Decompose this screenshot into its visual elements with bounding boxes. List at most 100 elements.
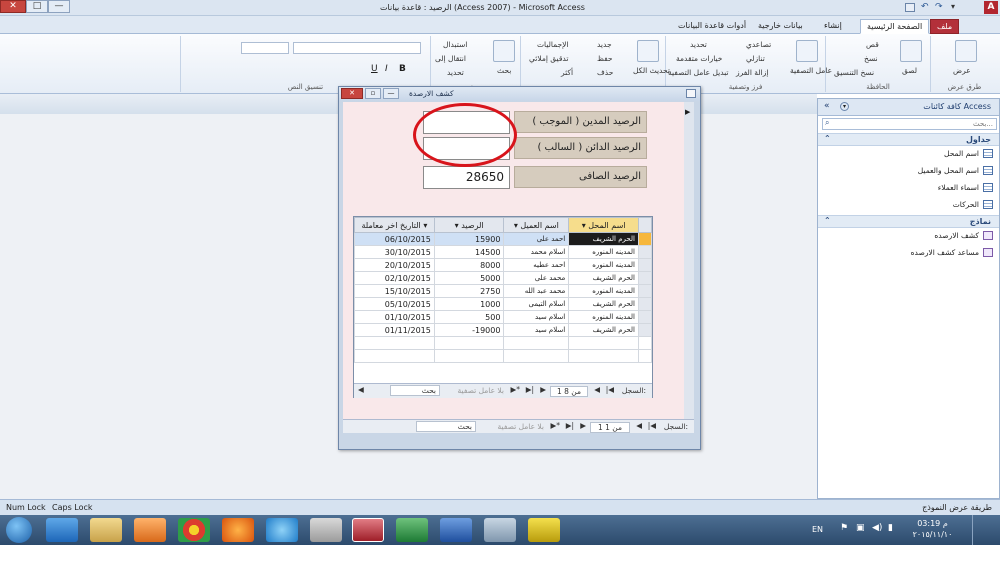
table-row[interactable]: 01/10/2015 500 اسلام سيد المدينه المنوره [354, 310, 652, 324]
bold-icon[interactable]: B [399, 64, 406, 74]
table-row[interactable]: 01/11/2015 -19000 اسلام سيد الحرم الشريف [354, 323, 652, 337]
cell-last-date[interactable]: 02/10/2015 [354, 271, 435, 285]
cell-balance[interactable]: 500 [433, 310, 505, 324]
nav-title[interactable]: كافة كائنات Access [923, 102, 991, 111]
firefox-icon[interactable] [222, 518, 254, 542]
table-row[interactable]: 02/10/2015 5000 محمد على الحرم الشريف [354, 271, 652, 285]
nav-section-forms[interactable]: نماذج ⌃ [818, 215, 999, 228]
cell-last-date[interactable]: 05/10/2015 [354, 297, 435, 311]
table-row[interactable]: 05/10/2015 1000 اسلام التيمى الحرم الشريف [354, 297, 652, 311]
paste-icon[interactable] [900, 40, 922, 62]
spelling-button[interactable]: تدقيق إملائي [529, 54, 568, 63]
cell-shop[interactable]: الحرم الشريف [568, 232, 640, 246]
sort-arrow-icon[interactable]: ▾ [514, 221, 518, 230]
net-balance-field[interactable]: 28650 [423, 166, 510, 189]
cell-balance[interactable]: 2750 [433, 284, 505, 298]
quick-access-toolbar[interactable]: ↶ ↷ ▾ [905, 2, 977, 13]
sort-arrow-icon[interactable]: ▾ [423, 221, 427, 230]
save-icon[interactable] [905, 3, 915, 12]
cell-last-date[interactable]: 20/10/2015 [354, 258, 435, 272]
record-search-input[interactable]: بحث [416, 421, 476, 432]
goto-button[interactable]: انتقال إلى [435, 54, 466, 63]
tab-file[interactable]: ملف [930, 19, 960, 34]
no-filter-indicator[interactable]: بلا عامل تصفية [498, 422, 544, 431]
minimize-window-button[interactable]: — [48, 0, 70, 13]
row-selector[interactable] [638, 284, 652, 298]
customize-toolbar-icon[interactable]: ▾ [951, 2, 955, 11]
totals-button[interactable]: الإجماليات [537, 40, 569, 49]
view-icon[interactable] [955, 40, 977, 62]
scroll-arrow-icon[interactable]: ▶ [685, 108, 690, 116]
paint-icon[interactable] [310, 518, 342, 542]
cell-customer[interactable]: اسلام سيد [503, 310, 570, 324]
nav-item-form[interactable]: كشف الارصده [934, 231, 993, 240]
maximize-window-button[interactable]: □ [26, 0, 48, 13]
table-row[interactable]: 15/10/2015 2750 محمد عبد الله المدينه المنو… [354, 284, 652, 298]
row-selector[interactable] [638, 245, 652, 259]
cell-customer[interactable]: اسلام التيمى [503, 297, 570, 311]
selection-button[interactable]: تحديد [690, 40, 707, 49]
cell-balance[interactable]: 14500 [433, 245, 505, 259]
window-icon[interactable] [484, 518, 516, 542]
table-row[interactable]: 30/10/2015 14500 اسلام محمد المدينه المنوره [354, 245, 652, 259]
cell-shop[interactable]: المدينه المنوره [568, 310, 640, 324]
new-record-nav-button[interactable]: ▶* [510, 385, 520, 394]
font-size-dropdown[interactable] [241, 42, 289, 54]
cell-shop[interactable]: المدينه المنوره [568, 258, 640, 272]
column-header-shop[interactable]: ▾ اسم المحل [568, 217, 640, 233]
cell-customer[interactable]: محمد عبد الله [503, 284, 570, 298]
filter-icon[interactable] [796, 40, 818, 62]
italic-icon[interactable]: I [385, 64, 388, 74]
cell-shop[interactable]: الحرم الشريف [568, 323, 640, 337]
app-icon[interactable] [266, 518, 298, 542]
refresh-all-button[interactable]: تحديث الكل [633, 66, 670, 75]
format-painter-button[interactable]: نسخ التنسيق [834, 68, 874, 77]
more-button[interactable]: أكثر [561, 68, 573, 77]
sort-arrow-icon[interactable]: ▾ [455, 221, 459, 230]
cell-last-date[interactable]: 06/10/2015 [354, 232, 435, 246]
cell-shop[interactable]: الحرم الشريف [568, 297, 640, 311]
nav-item-form[interactable]: مساعد كشف الارصده [911, 248, 993, 257]
clapper-icon[interactable] [528, 518, 560, 542]
chrome-icon[interactable] [178, 518, 210, 542]
font-name-dropdown[interactable] [293, 42, 421, 54]
nav-item-table[interactable]: اسماء العملاء [938, 183, 993, 192]
column-header-customer[interactable]: ▾ اسم العميل [503, 217, 570, 233]
first-record-button[interactable]: |◀ [606, 385, 614, 394]
table-row[interactable]: 20/10/2015 8000 احمد عطيه المدينه المنوره [354, 258, 652, 272]
remove-sort-button[interactable]: إزالة الفرز [736, 68, 768, 77]
record-position-field[interactable]: 1 من 1 [590, 422, 630, 433]
cell-shop[interactable]: المدينه المنوره [568, 284, 640, 298]
nav-item-table[interactable]: اسم المحل والعميل [918, 166, 993, 175]
prev-record-button[interactable]: ◀ [594, 385, 600, 394]
sort-arrow-icon[interactable]: ▾ [582, 221, 586, 230]
cell-last-date[interactable]: 30/10/2015 [354, 245, 435, 259]
horizontal-scroll-left-icon[interactable]: ◀ [358, 385, 364, 394]
cell-last-date[interactable]: 01/10/2015 [354, 310, 435, 324]
row-selector[interactable] [638, 258, 652, 272]
tray-power-icon[interactable]: ▮ [888, 523, 893, 533]
first-record-button[interactable]: |◀ [648, 421, 656, 430]
cut-button[interactable]: قص [866, 40, 879, 49]
last-record-button[interactable]: ▶| [566, 421, 574, 430]
last-record-button[interactable]: ▶| [526, 385, 534, 394]
cell-customer[interactable]: اسلام محمد [503, 245, 570, 259]
explorer-icon[interactable] [90, 518, 122, 542]
toggle-filter-button[interactable]: تبديل عامل التصفية [668, 68, 729, 77]
cell-balance[interactable]: 8000 [433, 258, 505, 272]
cell-balance[interactable]: -19000 [433, 323, 505, 337]
save-record-button[interactable]: حفظ [597, 54, 613, 63]
tray-sound-icon[interactable]: ◀) [872, 523, 882, 533]
find-icon[interactable] [493, 40, 515, 62]
media-player-icon[interactable] [134, 518, 166, 542]
view-button[interactable]: عرض [953, 66, 971, 75]
collapse-pane-icon[interactable]: « [824, 101, 830, 111]
cell-shop[interactable]: الحرم الشريف [568, 271, 640, 285]
table-row[interactable]: 06/10/2015 15900 احمد على الحرم الشريف [354, 232, 652, 246]
replace-button[interactable]: استبدال [443, 40, 467, 49]
paste-button[interactable]: لصق [902, 66, 917, 75]
cell-balance[interactable]: 5000 [433, 271, 505, 285]
form-close-button[interactable]: ✕ [341, 88, 363, 99]
word-icon[interactable] [440, 518, 472, 542]
record-position-field[interactable]: 1 من 8 [550, 386, 588, 397]
